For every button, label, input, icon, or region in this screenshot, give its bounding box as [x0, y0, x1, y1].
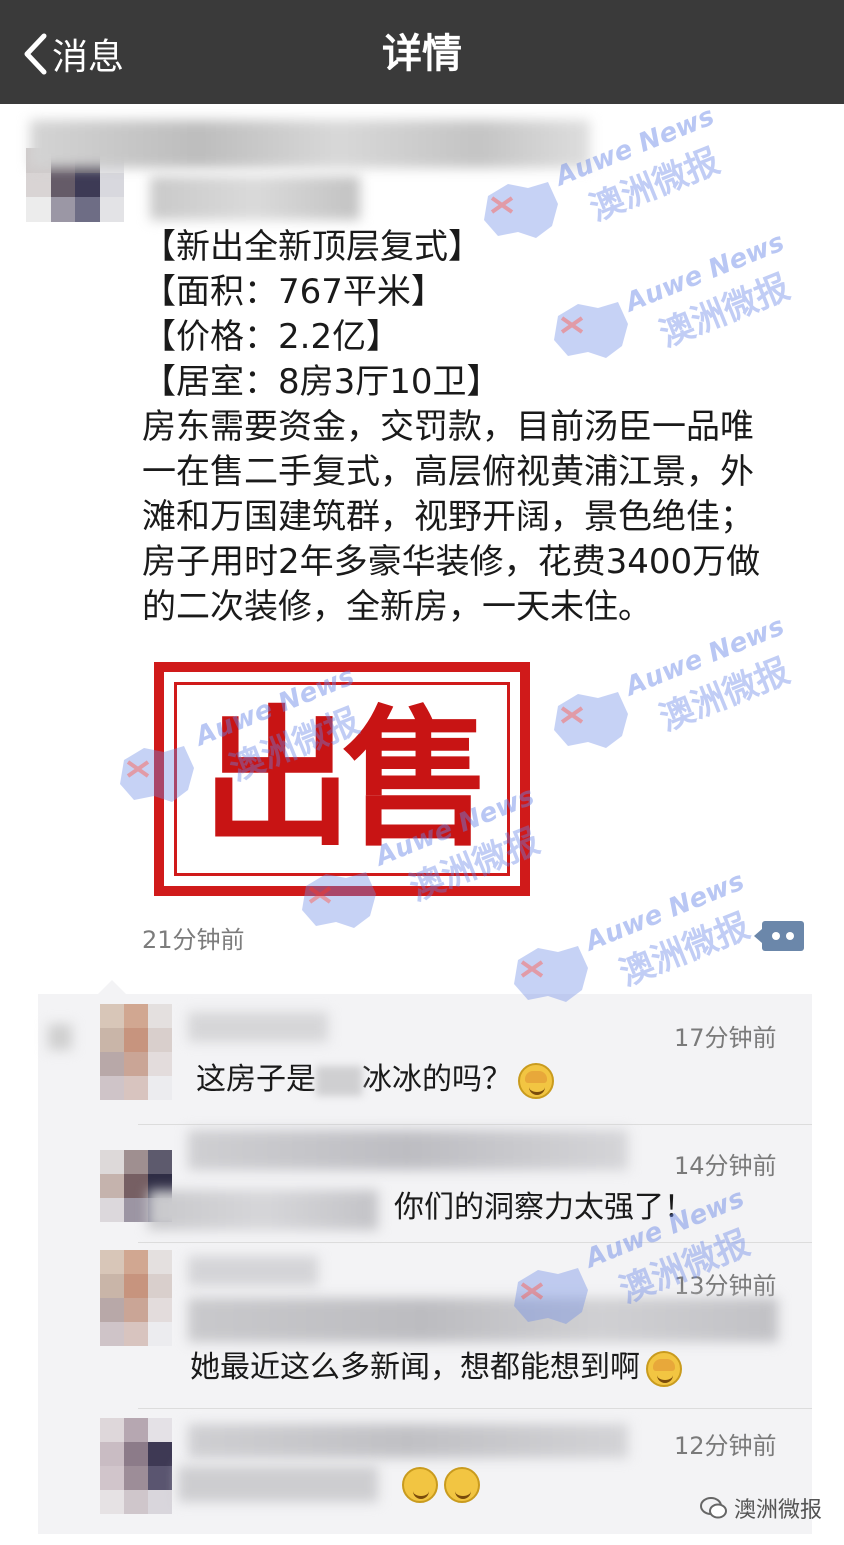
dot-icon [786, 932, 794, 940]
comment-text-part: 这房子是 [196, 1062, 316, 1097]
comment-divider [138, 1408, 812, 1409]
watermark-cn: 澳洲微报 [614, 906, 756, 995]
subtitle-blurred [150, 176, 360, 220]
comment-time: 12分钟前 [674, 1432, 777, 1460]
comment-avatar[interactable] [100, 1250, 172, 1346]
comment-left-mark-blurred [48, 1024, 72, 1050]
comment-button[interactable] [754, 921, 804, 951]
comment-quote-blurred [188, 1298, 778, 1342]
post-image-sale-stamp[interactable]: 出售 [154, 662, 530, 896]
comment-time: 17分钟前 [674, 1024, 777, 1052]
australia-flag-map-icon [554, 692, 628, 748]
comment-avatar[interactable] [100, 1004, 172, 1100]
comment-text-part: 她最近这么多新闻，想都能想到啊 [190, 1350, 640, 1385]
post-body: 【新出全新顶层复式】 【面积：767平米】 【价格：2.2亿】 【居室：8房3厅… [142, 225, 812, 630]
footer-brand-label: 澳洲微报 [734, 1498, 823, 1523]
watermark: Auwe News 澳洲微报 [581, 866, 767, 1002]
stamp-text: 出售 [201, 691, 492, 867]
comment-text: 你们的洞察力太强了！ [394, 1190, 694, 1225]
post-line: 房东需要资金，交罚款，目前汤臣一品唯 [142, 407, 754, 447]
post-line: 房子用时2年多豪华装修，花费3400万做 [142, 542, 761, 582]
facepalm-emoji-icon [518, 1062, 554, 1099]
comment-username-blurred[interactable] [188, 1130, 628, 1170]
emoji-icon [402, 1466, 438, 1503]
comments-panel: 17分钟前 这房子是 冰冰的吗？ 14分钟前 你们的洞察力太强了！ 13分钟前 她… [38, 980, 812, 1534]
comment-divider [138, 1124, 812, 1125]
comment-text [396, 1464, 480, 1504]
watermark-cn: 澳洲微报 [584, 141, 726, 230]
comment-mention-blurred [148, 1190, 378, 1230]
page-title: 详情 [382, 31, 462, 77]
dot-icon [772, 932, 780, 940]
footer-brand: 澳洲微报 [700, 1492, 822, 1524]
comment-text: 这房子是 冰冰的吗？ [196, 1060, 554, 1100]
watermark-cn: 澳洲微报 [654, 651, 796, 740]
emoji-icon [444, 1466, 480, 1503]
comment-text: 她最近这么多新闻，想都能想到啊 [190, 1348, 682, 1388]
comment-avatar[interactable] [100, 1418, 172, 1514]
navbar: 消息 详情 [0, 0, 844, 104]
post-line: 滩和万国建筑群，视野开阔，景色绝佳； [142, 497, 754, 537]
comment-text-blurred [178, 1466, 378, 1502]
comment-username-blurred[interactable] [188, 1256, 318, 1286]
post-time: 21分钟前 [142, 926, 245, 954]
post-line: 【价格：2.2亿】 [142, 317, 401, 357]
comment-time: 13分钟前 [674, 1272, 777, 1300]
watermark-en: Auwe News [581, 866, 749, 958]
post-line: 的二次装修，全新房，一天未住。 [142, 587, 652, 627]
comment-divider [138, 1242, 812, 1243]
username-blurred[interactable] [30, 120, 590, 168]
comment-text-part: 冰冰的吗？ [362, 1062, 512, 1097]
wechat-icon [700, 1497, 727, 1519]
comment-username-blurred[interactable] [188, 1424, 628, 1458]
post-line: 【面积：767平米】 [142, 272, 445, 312]
comment-time: 14分钟前 [674, 1152, 777, 1180]
post-line: 【居室：8房3厅10卫】 [142, 362, 501, 402]
redacted-name-blurred [316, 1065, 362, 1096]
post-line: 【新出全新顶层复式】 [142, 227, 482, 267]
facepalm-emoji-icon [646, 1350, 682, 1387]
post-line: 一在售二手复式，高层俯视黄浦江景，外 [142, 452, 754, 492]
comment-username-blurred[interactable] [188, 1012, 328, 1042]
watermark: Auwe News 澳洲微报 [621, 611, 807, 747]
